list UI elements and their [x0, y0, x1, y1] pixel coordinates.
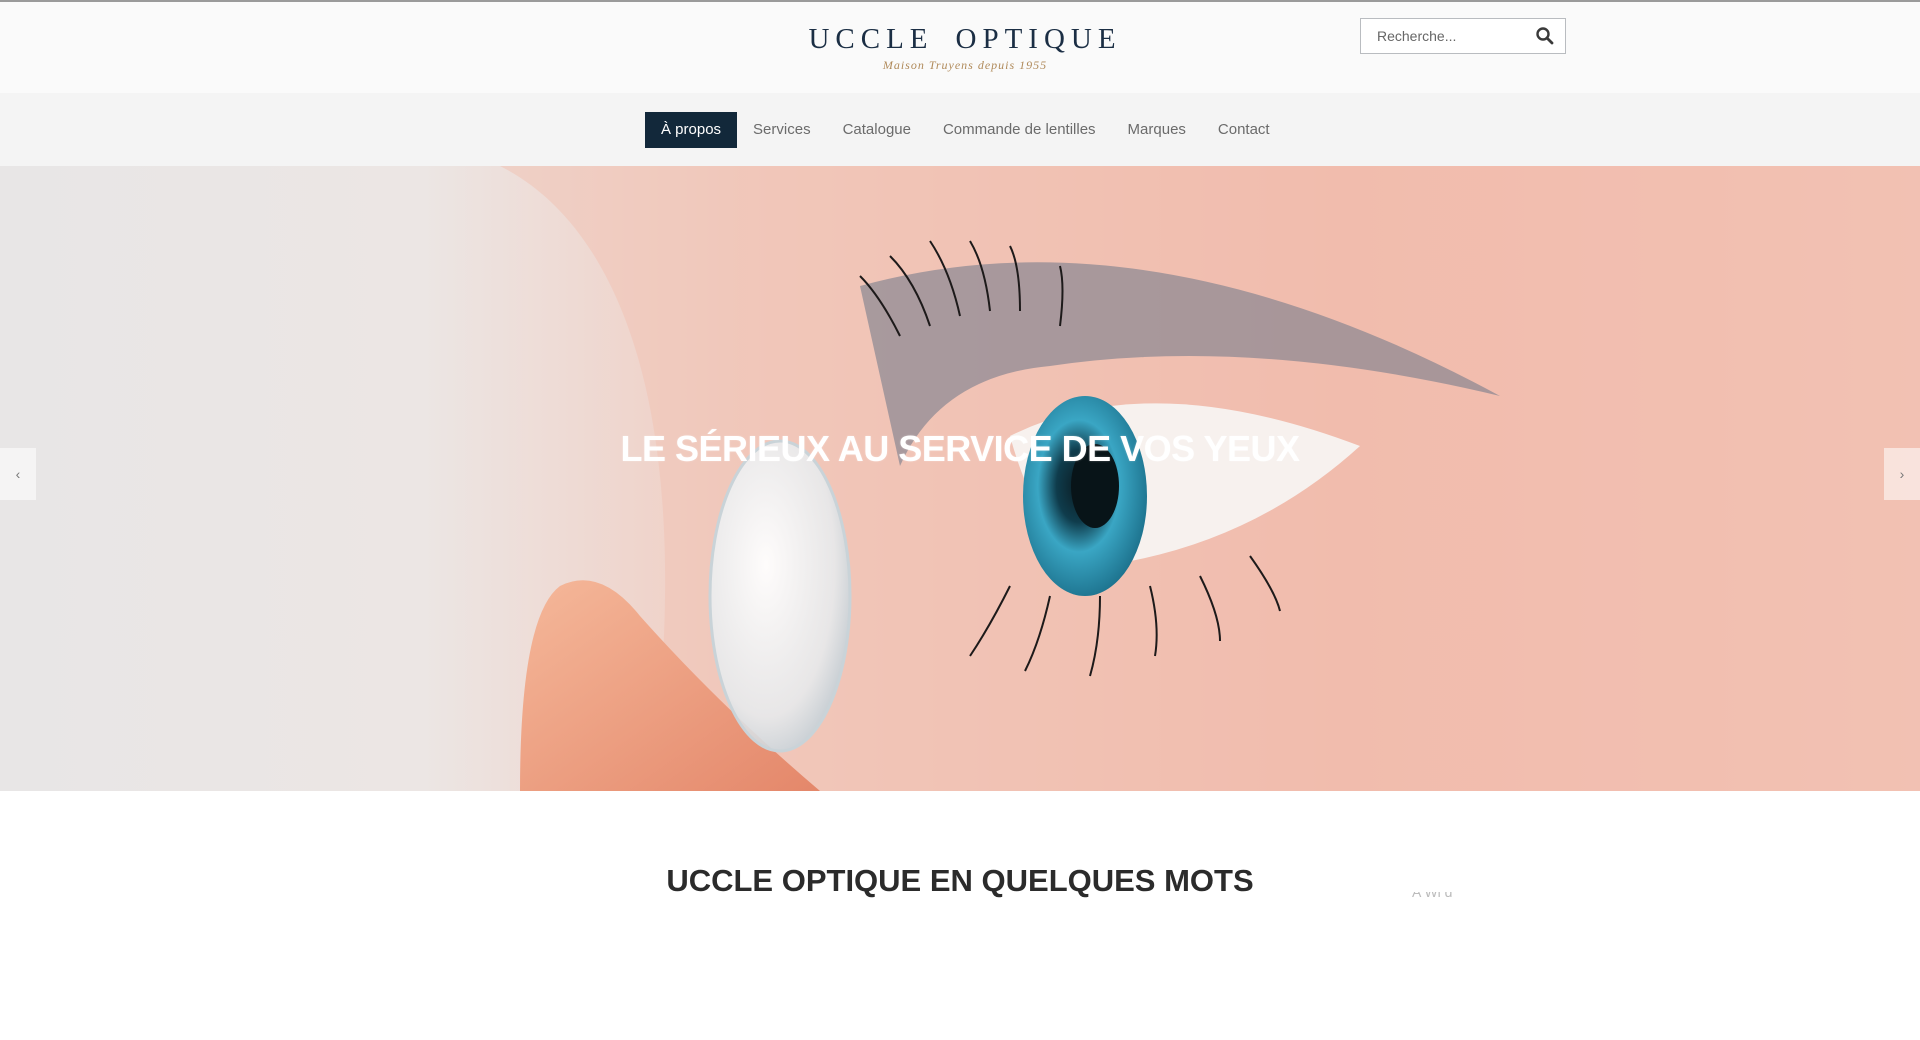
side-faded-text: A Wi d: [1412, 892, 1572, 902]
search-button[interactable]: [1535, 26, 1555, 46]
chevron-right-icon: ›: [1899, 466, 1905, 482]
slider-prev-button[interactable]: ‹: [0, 448, 36, 500]
section-title: UCCLE OPTIQUE EN QUELQUES MOTS: [666, 863, 1254, 898]
search-input[interactable]: [1361, 19, 1537, 53]
logo-tagline: Maison Truyens depuis 1955: [882, 58, 1048, 72]
side-faded-label: A Wi d: [1412, 892, 1453, 900]
site-logo[interactable]: UCCLE OPTIQUE Maison Truyens depuis 1955: [808, 22, 1122, 78]
nav-item-services[interactable]: Services: [737, 112, 827, 148]
search-icon: [1536, 27, 1554, 45]
site-header: UCCLE OPTIQUE Maison Truyens depuis 1955: [0, 2, 1920, 93]
logo-word-2: OPTIQUE: [955, 23, 1122, 55]
main-nav: À propos Services Catalogue Commande de …: [0, 93, 1920, 166]
search-box: [1360, 18, 1566, 54]
slider-next-button[interactable]: ›: [1884, 448, 1920, 500]
nav-item-marques[interactable]: Marques: [1112, 112, 1202, 148]
hero-image: [0, 166, 1920, 791]
nav-item-a-propos[interactable]: À propos: [645, 112, 738, 148]
chevron-left-icon: ‹: [15, 466, 21, 482]
nav-item-contact[interactable]: Contact: [1202, 112, 1286, 148]
nav-item-commande-lentilles[interactable]: Commande de lentilles: [927, 112, 1112, 148]
logo-word-1: UCCLE: [808, 23, 934, 55]
hero-slider: LE SÉRIEUX AU SERVICE DE VOS YEUX ‹ ›: [0, 166, 1920, 791]
nav-item-catalogue[interactable]: Catalogue: [827, 112, 927, 148]
hero-title: LE SÉRIEUX AU SERVICE DE VOS YEUX: [620, 428, 1300, 469]
